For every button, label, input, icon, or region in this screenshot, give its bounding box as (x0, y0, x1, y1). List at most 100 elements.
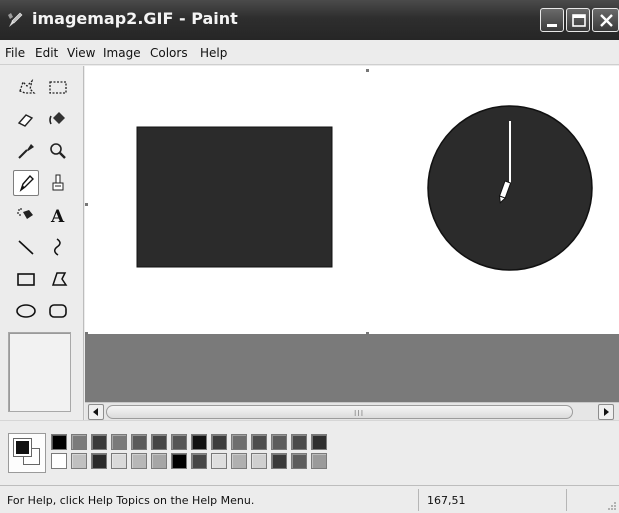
palette-swatch[interactable] (211, 434, 227, 450)
palette-swatch[interactable] (291, 434, 307, 450)
canvas-workspace[interactable] (85, 66, 619, 402)
filled-rectangle (136, 126, 333, 268)
palette-swatch[interactable] (131, 434, 147, 450)
airbrush-tool[interactable] (13, 202, 39, 228)
minimize-button[interactable] (540, 8, 564, 32)
palette-swatch[interactable] (71, 453, 87, 469)
rectangle-tool[interactable] (13, 266, 39, 292)
eraser-tool[interactable] (13, 106, 39, 132)
maximize-icon (572, 14, 586, 27)
palette-swatch[interactable] (111, 453, 127, 469)
maximize-button[interactable] (566, 8, 590, 32)
line-icon (18, 240, 34, 255)
palette-swatch[interactable] (191, 453, 207, 469)
arrow-left-icon (93, 408, 98, 416)
palette-swatch[interactable] (271, 434, 287, 450)
scroll-grip: III (354, 409, 365, 418)
brush-tool[interactable] (45, 170, 71, 196)
palette-swatch[interactable] (231, 453, 247, 469)
svg-text:A: A (50, 207, 65, 227)
palette-swatch[interactable] (291, 453, 307, 469)
paint-brush-icon (6, 11, 24, 29)
polygon-icon (51, 272, 68, 286)
menu-image[interactable]: Image (103, 46, 141, 60)
magnifier-tool[interactable] (45, 138, 71, 164)
text-tool[interactable]: A (45, 202, 71, 228)
palette-swatch[interactable] (211, 453, 227, 469)
magnifier-icon (50, 143, 66, 159)
pencil-icon (19, 174, 34, 192)
resize-handle-bottom[interactable] (366, 332, 369, 335)
ellipse-tool[interactable] (13, 298, 39, 324)
menu-file[interactable]: File (5, 46, 25, 60)
scroll-left-button[interactable] (88, 404, 104, 420)
tool-box: A (0, 66, 84, 420)
canvas-drawing (136, 105, 593, 271)
status-coordinates: 167,51 (427, 494, 466, 507)
palette-swatch[interactable] (171, 434, 187, 450)
pick-color-tool[interactable] (13, 138, 39, 164)
status-separator (566, 489, 567, 511)
rectangle-icon (17, 273, 35, 286)
current-colors[interactable] (8, 433, 46, 473)
title-bar[interactable]: imagemap2.GIF - Paint (0, 0, 619, 40)
resize-handle-bottom-left[interactable] (85, 332, 88, 335)
palette-swatch[interactable] (271, 453, 287, 469)
menu-edit[interactable]: Edit (35, 46, 58, 60)
palette-swatch[interactable] (191, 434, 207, 450)
pick-color-icon (18, 144, 34, 159)
scroll-right-button[interactable] (598, 404, 614, 420)
fill-with-color-tool[interactable] (45, 106, 71, 132)
rounded-rectangle-icon (49, 304, 67, 318)
select-tool[interactable] (45, 74, 71, 100)
color-box (0, 420, 619, 484)
palette-swatch[interactable] (111, 434, 127, 450)
resize-handle-top[interactable] (366, 69, 369, 72)
polygon-tool[interactable] (45, 266, 71, 292)
resize-handle-left[interactable] (85, 203, 88, 206)
scroll-thumb[interactable]: III (106, 405, 573, 419)
horizontal-scrollbar[interactable]: III (85, 402, 619, 420)
close-button[interactable] (592, 8, 619, 32)
palette-swatch[interactable] (91, 453, 107, 469)
airbrush-icon (17, 208, 33, 219)
text-icon: A (50, 207, 65, 227)
palette-swatch[interactable] (311, 453, 327, 469)
palette-swatch[interactable] (311, 434, 327, 450)
palette-swatch[interactable] (171, 453, 187, 469)
status-help-text: For Help, click Help Topics on the Help … (7, 494, 255, 507)
palette-swatch[interactable] (151, 453, 167, 469)
pencil-tool[interactable] (13, 170, 39, 196)
ellipse-icon (16, 304, 36, 318)
close-icon (600, 14, 613, 27)
minimize-icon (547, 24, 557, 27)
tool-options-box[interactable] (8, 332, 71, 412)
palette-swatch[interactable] (91, 434, 107, 450)
fill-with-color-icon (49, 112, 65, 125)
palette-swatch[interactable] (151, 434, 167, 450)
free-form-select-tool[interactable] (13, 74, 39, 100)
menu-colors[interactable]: Colors (150, 46, 188, 60)
rounded-rectangle-tool[interactable] (45, 298, 71, 324)
palette-swatch[interactable] (251, 453, 267, 469)
line-tool[interactable] (13, 234, 39, 260)
palette-swatch[interactable] (231, 434, 247, 450)
palette-swatch[interactable] (51, 453, 67, 469)
palette-swatch[interactable] (51, 434, 67, 450)
foreground-color[interactable] (13, 438, 32, 457)
image-canvas[interactable] (85, 66, 619, 334)
curve-tool[interactable] (45, 234, 71, 260)
resize-grip-icon[interactable] (607, 501, 617, 511)
eraser-icon (17, 114, 34, 127)
brush-icon (52, 174, 64, 191)
palette-swatch[interactable] (251, 434, 267, 450)
menu-help[interactable]: Help (200, 46, 227, 60)
window-title: imagemap2.GIF - Paint (32, 9, 238, 28)
palette-swatch[interactable] (131, 453, 147, 469)
status-bar: For Help, click Help Topics on the Help … (0, 485, 619, 513)
curve-icon (54, 238, 61, 256)
palette-swatch[interactable] (71, 434, 87, 450)
arrow-right-icon (604, 408, 609, 416)
menu-view[interactable]: View (67, 46, 95, 60)
status-separator (418, 489, 419, 511)
